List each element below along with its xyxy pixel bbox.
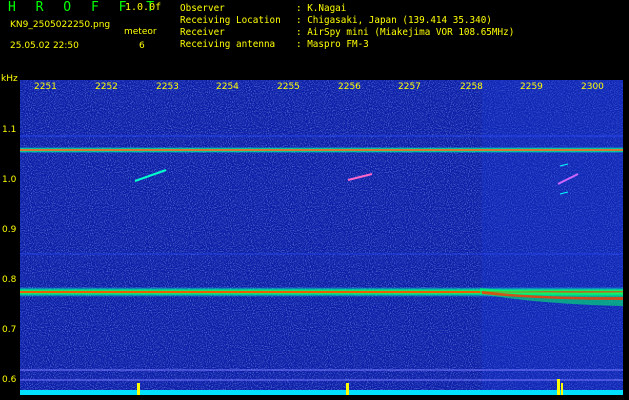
x-tick-label: 2251 bbox=[34, 82, 57, 92]
y-tick-label: 1.1 bbox=[2, 125, 17, 135]
info-location: Receiving Location : Chigasaki, Japan (13… bbox=[180, 15, 492, 26]
x-tick-label: 2259 bbox=[520, 82, 543, 92]
x-tick-label: 2300 bbox=[581, 82, 604, 92]
file-name: KN9_2505022250.png bbox=[10, 20, 111, 30]
header-panel: H R O F F T 1.0.0f KN9_2505022250.png 25… bbox=[0, 0, 629, 78]
carrier-line-upper bbox=[20, 147, 623, 153]
meteor-label: meteor bbox=[124, 27, 157, 37]
y-tick-label: 0.9 bbox=[2, 225, 17, 235]
y-tick-label: 1.0 bbox=[2, 175, 17, 185]
x-tick-label: 2258 bbox=[460, 82, 483, 92]
info-receiver: Receiver : AirSpy mini (Miakejima VOR 108… bbox=[180, 27, 514, 38]
info-antenna: Receiving antenna : Maspro FM-3 bbox=[180, 39, 369, 50]
info-key: Receiver bbox=[180, 27, 225, 38]
x-tick-label: 2252 bbox=[95, 82, 118, 92]
info-key: Observer bbox=[180, 3, 225, 14]
capture-datetime: 25.05.02 22:50 bbox=[10, 41, 79, 51]
y-unit-label: kHz bbox=[1, 74, 18, 84]
spectrogram bbox=[20, 80, 623, 395]
spectrogram-canvas bbox=[20, 80, 623, 395]
meteor-count: 6 bbox=[139, 41, 145, 51]
info-value: : Maspro FM-3 bbox=[296, 39, 369, 50]
info-key: Receiving Location bbox=[180, 15, 281, 26]
info-observer: Observer : K.Nagai bbox=[180, 3, 346, 14]
x-tick-label: 2255 bbox=[277, 82, 300, 92]
x-tick-label: 2257 bbox=[398, 82, 421, 92]
x-tick-label: 2253 bbox=[156, 82, 179, 92]
x-tick-label: 2254 bbox=[216, 82, 239, 92]
y-tick-label: 0.7 bbox=[2, 325, 17, 335]
info-key: Receiving antenna bbox=[180, 39, 276, 50]
y-tick-label: 0.6 bbox=[2, 375, 17, 385]
info-value: : Chigasaki, Japan (139.414 35.340) bbox=[296, 15, 492, 26]
y-tick-label: 0.8 bbox=[2, 275, 17, 285]
info-value: : AirSpy mini (Miakejima VOR 108.65MHz) bbox=[296, 27, 515, 38]
info-value: : K.Nagai bbox=[296, 3, 347, 14]
x-tick-label: 2256 bbox=[338, 82, 361, 92]
app-version: 1.0.0f bbox=[125, 2, 162, 13]
